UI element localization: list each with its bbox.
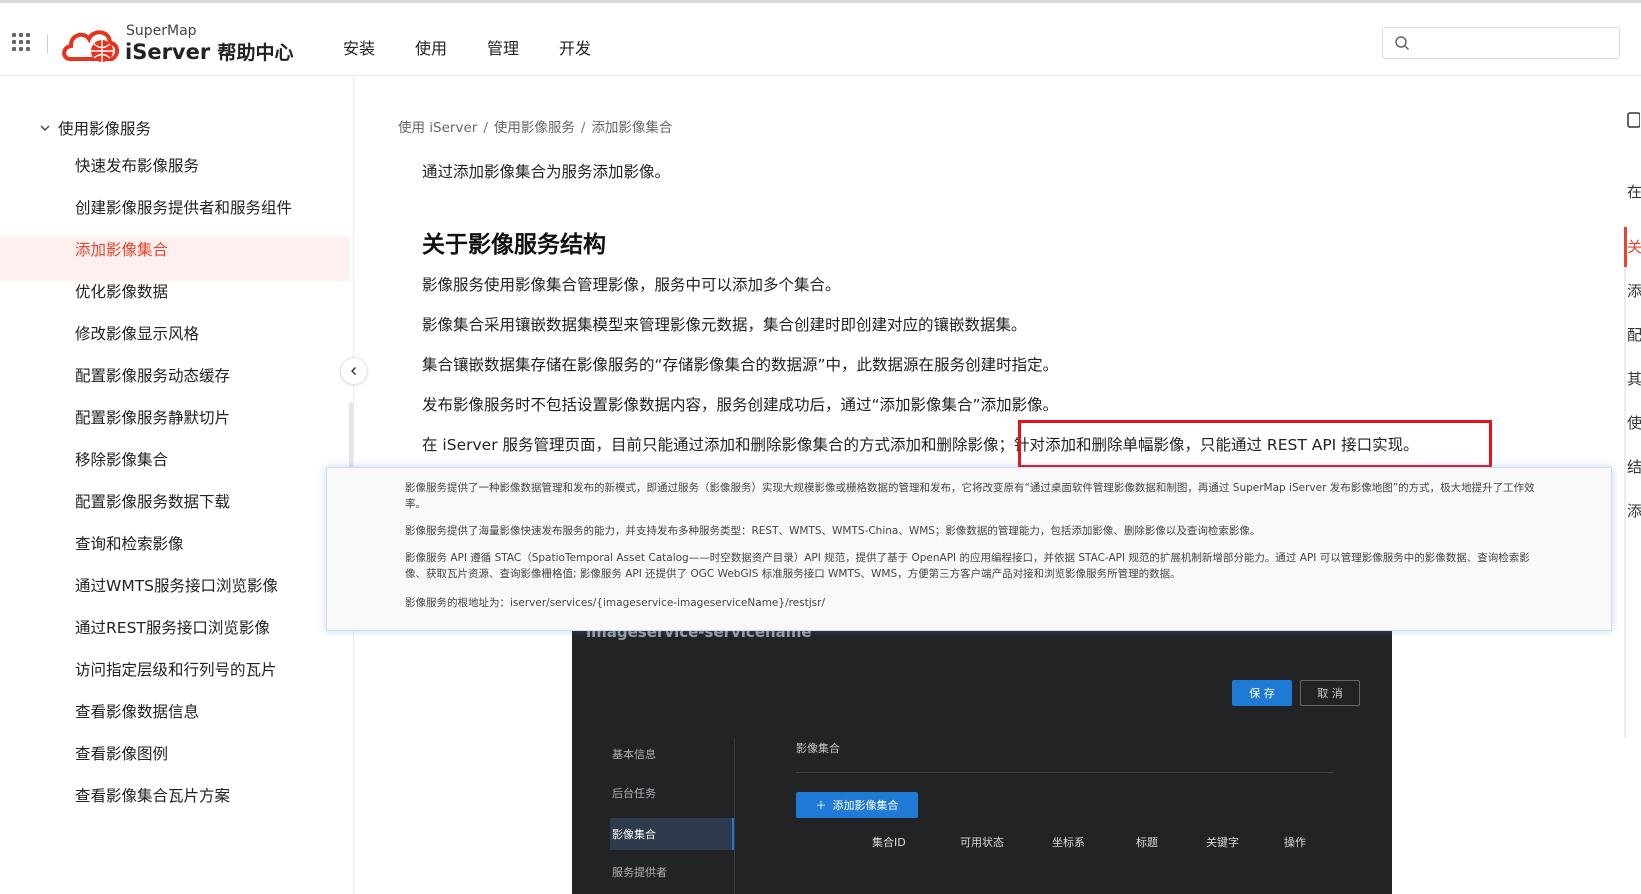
breadcrumb-current: 添加影像集合 — [591, 120, 673, 136]
chevron-left-icon — [351, 367, 356, 375]
sidebar-item[interactable]: 移除影像集合 — [75, 448, 168, 470]
screenshot-col-header: 坐标系 — [1052, 836, 1085, 849]
nav-develop[interactable]: 开发 — [559, 35, 591, 59]
screenshot-save-button: 保 存 — [1232, 680, 1292, 706]
breadcrumb-separator: / — [580, 120, 586, 136]
screenshot-cancel-button: 取 消 — [1300, 680, 1360, 706]
paragraph-part-a: 在 iServer 服务管理页面，目前只能通过添加和删除影像集合的方式添加和删除… — [422, 436, 1014, 454]
toc-item[interactable]: 使 — [1627, 412, 1641, 433]
search-icon — [1395, 36, 1410, 51]
toc-item[interactable]: 结 — [1627, 456, 1641, 477]
sidebar-item[interactable]: 优化影像数据 — [75, 280, 168, 302]
collapse-sidebar-button[interactable] — [340, 357, 368, 385]
section-heading: 关于影像服务结构 — [422, 232, 606, 258]
sidebar-item[interactable]: 配置影像服务数据下载 — [75, 490, 230, 512]
brand-title[interactable]: iServer 帮助中心 — [125, 38, 294, 65]
screenshot-table-header: 集合ID 可用状态 坐标系 标题 关键字 操作 — [796, 822, 1334, 858]
top-header: SuperMap iServer 帮助中心 安装 使用 管理 开发 — [0, 0, 1641, 76]
toc-track — [1624, 227, 1626, 737]
red-highlight-box — [1018, 420, 1492, 468]
toc-item[interactable]: 其 — [1627, 368, 1641, 389]
search-input[interactable] — [1382, 27, 1620, 59]
paragraph: 发布影像服务时不包括设置影像数据内容，服务创建成功后，通过“添加影像集合”添加影… — [422, 396, 1059, 414]
paragraph: 影像服务使用影像集合管理影像，服务中可以添加多个集合。 — [422, 276, 841, 294]
sidebar-item[interactable]: 修改影像显示风格 — [75, 322, 199, 344]
screenshot-rule — [796, 772, 1334, 773]
popup-paragraph: 影像服务提供了一种影像数据管理和发布的新模式，即通过服务（影像服务）实现大规模影… — [405, 482, 1535, 510]
embedded-screenshot: imageservice-servicename 保 存 取 消 基本信息 后台… — [572, 623, 1392, 894]
sidebar-item[interactable]: 创建影像服务提供者和服务组件 — [75, 196, 292, 218]
breadcrumb: 使用 iServer / 使用影像服务 / 添加影像集合 — [398, 116, 672, 136]
screenshot-nav-item: 服务提供者 — [612, 866, 667, 879]
sidebar-section-label: 使用影像服务 — [58, 120, 152, 138]
apps-grid-icon[interactable] — [12, 33, 30, 51]
screenshot-col-header: 标题 — [1136, 836, 1158, 849]
hover-popup-panel: 影像服务提供了一种影像数据管理和发布的新模式，即通过服务（影像服务）实现大规模影… — [326, 467, 1612, 631]
sidebar-item[interactable]: 通过WMTS服务接口浏览影像 — [75, 574, 278, 596]
main-nav: 安装 使用 管理 开发 — [343, 35, 591, 59]
sidebar-item[interactable]: 访问指定层级和行列号的瓦片 — [75, 658, 277, 680]
sidebar-item[interactable]: 查询和检索影像 — [75, 532, 184, 554]
brand-main-text: iServer — [125, 40, 211, 64]
breadcrumb-item[interactable]: 使用影像服务 — [494, 120, 575, 136]
screenshot-col-header: 关键字 — [1206, 836, 1239, 849]
toc-item[interactable]: 关 — [1627, 236, 1641, 257]
nav-manage[interactable]: 管理 — [487, 35, 519, 59]
sidebar-active-highlight — [0, 237, 350, 281]
print-icon[interactable] — [1626, 112, 1640, 128]
nav-use[interactable]: 使用 — [415, 35, 447, 59]
sidebar-item[interactable]: 查看影像集合瓦片方案 — [75, 784, 230, 806]
screenshot-divider — [734, 738, 735, 894]
nav-install[interactable]: 安装 — [343, 35, 375, 59]
screenshot-add-label: 添加影像集合 — [832, 799, 899, 812]
plus-icon: ＋ — [815, 799, 827, 812]
breadcrumb-item[interactable]: 使用 iServer — [398, 120, 477, 136]
toc-label: 在 — [1627, 183, 1641, 201]
supermap-logo[interactable] — [60, 21, 122, 67]
paragraph: 影像集合采用镶嵌数据集模型来管理影像元数据，集合创建时即创建对应的镶嵌数据集。 — [422, 316, 1027, 334]
sidebar-item[interactable]: 配置影像服务动态缓存 — [75, 364, 230, 386]
sidebar-item-active[interactable]: 添加影像集合 — [75, 238, 168, 260]
paragraph: 集合镶嵌数据集存储在影像服务的“存储影像集合的数据源”中，此数据源在服务创建时指… — [422, 356, 1059, 374]
screenshot-section-title: 影像集合 — [796, 742, 840, 755]
brand-top-text: SuperMap — [126, 23, 197, 39]
brand-cn-text: 帮助中心 — [217, 42, 294, 64]
toc-item[interactable]: 配 — [1627, 324, 1641, 345]
header-divider — [47, 35, 48, 53]
right-toc-panel: 在 关 添 配 其 使 结 添 — [1622, 77, 1641, 894]
popup-paragraph: 影像服务提供了海量影像快速发布服务的能力，并支持发布多种服务类型：REST、WM… — [405, 525, 1261, 537]
sidebar: 使用影像服务 快速发布影像服务 创建影像服务提供者和服务组件 添加影像集合 优化… — [0, 77, 354, 894]
screenshot-add-button: ＋ 添加影像集合 — [796, 792, 918, 818]
sidebar-section-toggle[interactable]: 使用影像服务 — [40, 117, 151, 139]
sidebar-item[interactable]: 查看影像图例 — [75, 742, 168, 764]
toc-item[interactable]: 添 — [1627, 500, 1641, 521]
popup-paragraph: 影像服务 API 遵循 STAC（SpatioTemporal Asset Ca… — [405, 552, 1530, 580]
sidebar-item[interactable]: 快速发布影像服务 — [75, 154, 199, 176]
intro-text: 通过添加影像集合为服务添加影像。 — [422, 163, 671, 181]
screenshot-col-header: 可用状态 — [960, 836, 1004, 849]
screenshot-col-header: 集合ID — [872, 836, 906, 849]
sidebar-item[interactable]: 通过REST服务接口浏览影像 — [75, 616, 270, 638]
chevron-down-icon — [40, 125, 50, 131]
screenshot-nav-item-active: 影像集合 — [612, 828, 656, 841]
toc-item[interactable]: 添 — [1627, 280, 1641, 301]
screenshot-nav-item: 基本信息 — [612, 748, 656, 761]
popup-paragraph: 影像服务的根地址为：iserver/services/{imageservice… — [405, 597, 825, 609]
sidebar-item[interactable]: 配置影像服务静默切片 — [75, 406, 230, 428]
breadcrumb-separator: / — [483, 120, 488, 136]
screenshot-nav-item: 后台任务 — [612, 787, 656, 800]
screenshot-col-header: 操作 — [1284, 836, 1306, 849]
sidebar-item[interactable]: 查看影像数据信息 — [75, 700, 199, 722]
